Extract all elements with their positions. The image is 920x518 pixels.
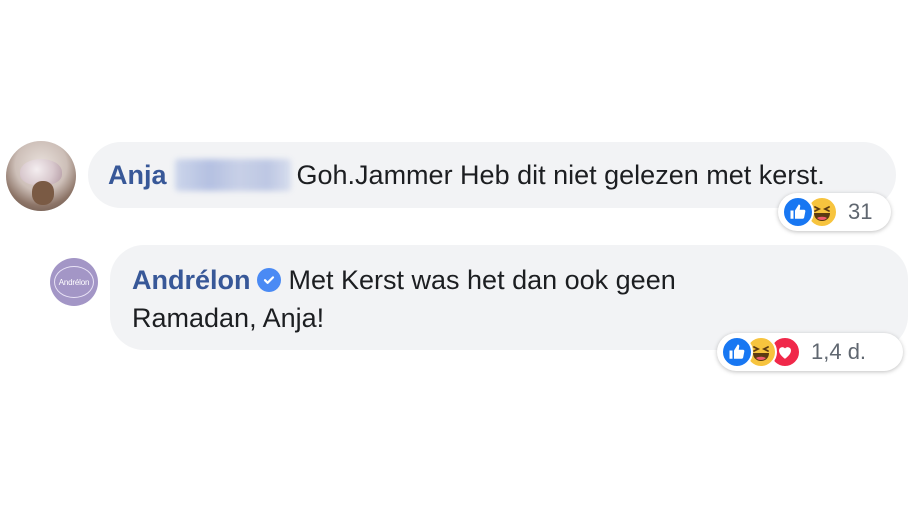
reaction-count: 1,4 d. (811, 339, 867, 364)
reaction-count: 31 (848, 199, 873, 224)
author-name[interactable]: Andrélon (132, 265, 251, 295)
like-icon (721, 336, 753, 368)
like-icon (782, 196, 814, 228)
author-name[interactable]: Anja (108, 160, 167, 191)
reactions-summary[interactable]: 31 (778, 193, 891, 231)
andrelon-logo: Andrélon (54, 266, 94, 298)
blurred-surname (174, 159, 291, 191)
verified-badge-icon (256, 268, 281, 292)
avatar-face (32, 181, 54, 205)
reply-text-line1: Met Kerst was het dan ook geen (288, 265, 676, 295)
reactions-summary[interactable]: 1,4 d. (717, 333, 903, 371)
reply-text-line2: Ramadan, Anja! (132, 303, 325, 333)
logo-text: Andrélon (58, 277, 90, 287)
comment-text: Goh.Jammer Heb dit niet gelezen met kers… (296, 160, 825, 190)
avatar-andrelon[interactable]: Andrélon (50, 258, 98, 306)
comment-bubble: Anja Goh.Jammer Heb dit niet gelezen met… (88, 142, 896, 208)
avatar-anja[interactable] (6, 141, 76, 211)
